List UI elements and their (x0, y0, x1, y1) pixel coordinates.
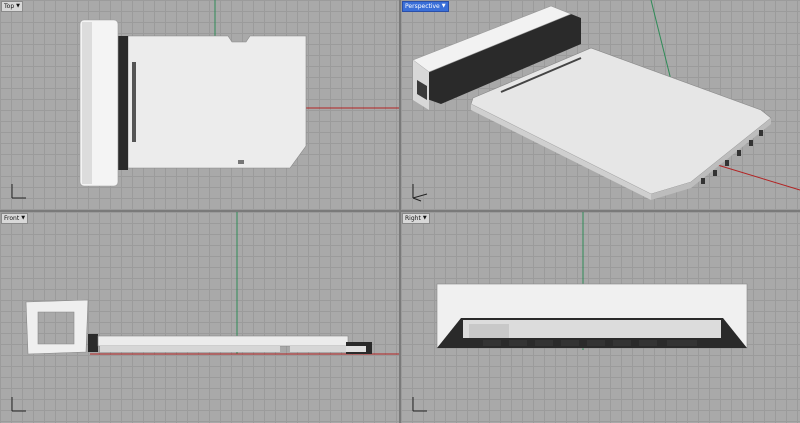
viewport-label: Top (4, 3, 15, 10)
axis-widget-icon (11, 397, 26, 412)
rail-edge (82, 22, 92, 184)
y-axis-line (650, 0, 672, 81)
viewport-perspective[interactable]: Perspective ▼ (401, 0, 800, 210)
viewport-label: Front (4, 215, 20, 222)
viewport-top[interactable]: Top ▼ (0, 0, 399, 210)
axis-widget-icon (412, 397, 427, 412)
front-view-scene (25, 212, 399, 355)
card-body (127, 35, 307, 169)
dropdown-arrow-icon: ▼ (21, 215, 26, 221)
right-view-scene (436, 212, 748, 350)
card-edge-highlight (469, 324, 509, 338)
viewport-tab-front[interactable]: Front ▼ (1, 213, 29, 224)
card-side-profile (97, 335, 349, 347)
viewport-right[interactable]: Right ▼ (401, 212, 800, 423)
axis-widget-icon (412, 184, 428, 202)
card-end-step (346, 346, 366, 352)
viewport-tab-perspective[interactable]: Perspective ▼ (402, 1, 449, 12)
viewport-tab-top[interactable]: Top ▼ (1, 1, 23, 12)
axis-widget-icon (11, 184, 26, 199)
viewport-label: Right (405, 215, 421, 222)
card-lower-ledge-right (290, 346, 346, 352)
rail-cross-section (25, 299, 89, 355)
dropdown-arrow-icon: ▼ (441, 3, 446, 9)
card-shadow-left (88, 334, 98, 352)
viewport-front[interactable]: Front ▼ (0, 212, 399, 423)
viewport-label: Perspective (405, 3, 440, 10)
card-slot (132, 62, 136, 142)
card-lower-ledge (100, 346, 280, 352)
viewport-tab-right[interactable]: Right ▼ (402, 213, 430, 224)
perspective-view-scene (412, 0, 800, 200)
notch (238, 160, 244, 164)
dropdown-arrow-icon: ▼ (16, 3, 20, 9)
dropdown-arrow-icon: ▼ (422, 215, 427, 221)
top-view-scene (79, 0, 399, 187)
